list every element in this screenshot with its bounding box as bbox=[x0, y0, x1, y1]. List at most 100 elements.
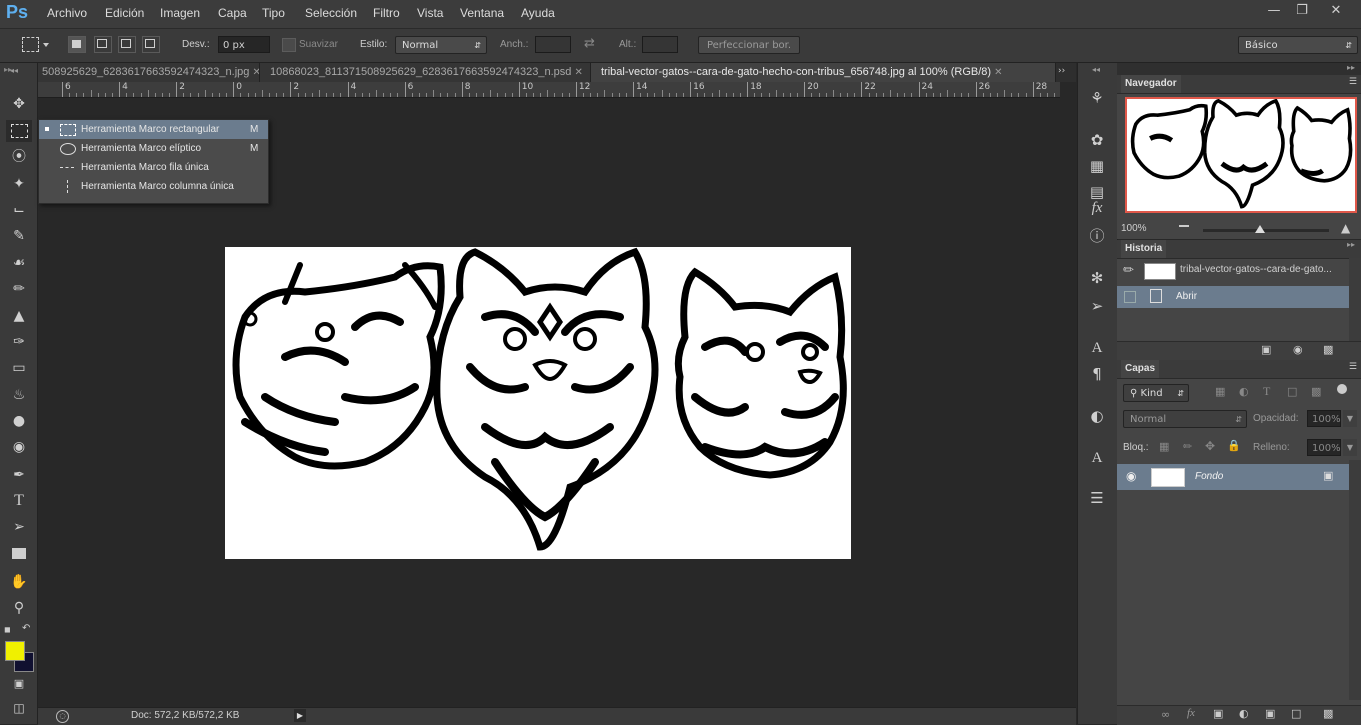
layers-scrollbar[interactable] bbox=[1349, 460, 1361, 700]
styles-fx-icon[interactable]: fx bbox=[1086, 197, 1108, 219]
eyedropper-icon[interactable]: ✎ bbox=[6, 225, 32, 247]
adjustment-layer-icon[interactable]: ◐ bbox=[1239, 707, 1249, 720]
blur-tool-icon[interactable]: ● bbox=[6, 410, 32, 432]
pen-tool-icon[interactable]: ✒ bbox=[6, 464, 32, 486]
navigator-title[interactable]: Navegador bbox=[1121, 75, 1181, 93]
lasso-tool-icon[interactable]: ⦿ bbox=[6, 146, 32, 168]
paths-icon[interactable]: ➢ bbox=[1086, 295, 1108, 317]
dodge-tool-icon[interactable]: ◉ bbox=[6, 436, 32, 458]
tabs-overflow-icon[interactable]: ›› bbox=[1058, 66, 1065, 76]
filter-smart-object-icon[interactable]: ▩ bbox=[1311, 385, 1321, 398]
filter-type-icon[interactable]: T bbox=[1263, 384, 1270, 399]
filter-toggle-icon[interactable] bbox=[1337, 384, 1347, 394]
desv-input[interactable]: 0 px bbox=[218, 36, 270, 53]
opacity-dropdown-icon[interactable]: ▼ bbox=[1343, 410, 1357, 427]
menu-ventana[interactable]: Ventana bbox=[460, 6, 504, 20]
layer-filter-select[interactable]: ⚲ Kind ⇵ bbox=[1123, 384, 1189, 402]
alt-input[interactable] bbox=[642, 36, 678, 53]
status-menu-arrow-icon[interactable]: ▶ bbox=[294, 709, 306, 722]
opacity-input[interactable]: 100% bbox=[1307, 410, 1341, 427]
minimize-icon[interactable]: — bbox=[1262, 3, 1286, 20]
menu-seleccion[interactable]: Selección bbox=[305, 6, 357, 20]
screen-mode-icon[interactable]: ◫ bbox=[6, 697, 32, 719]
chevron-down-icon[interactable] bbox=[43, 43, 49, 47]
close-icon[interactable]: ✕ bbox=[1324, 3, 1348, 20]
move-tool-icon[interactable]: ✥ bbox=[6, 93, 32, 115]
add-selection-icon[interactable] bbox=[94, 36, 112, 53]
history-snapshot[interactable]: ✏ tribal-vector-gatos--cara-de-gato... bbox=[1117, 260, 1349, 284]
rectangle-tool-icon[interactable] bbox=[6, 543, 32, 565]
collapse-icon[interactable]: ▸▸ bbox=[1347, 240, 1355, 249]
close-icon[interactable]: ✕ bbox=[574, 67, 582, 78]
new-document-from-state-icon[interactable]: ▣ bbox=[1261, 343, 1271, 356]
filter-pixel-icon[interactable]: ▦ bbox=[1215, 385, 1225, 398]
path-selection-icon[interactable]: ➢ bbox=[6, 516, 32, 538]
healing-brush-icon[interactable]: ☙ bbox=[6, 252, 32, 274]
swatches-grid-icon[interactable]: ▦ bbox=[1086, 155, 1108, 177]
filter-shape-icon[interactable]: □ bbox=[1287, 385, 1297, 398]
layer-row[interactable]: ◉ Fondo ▣ bbox=[1117, 464, 1349, 490]
panel-menu-icon[interactable]: ☰ bbox=[1349, 77, 1357, 87]
menu-imagen[interactable]: Imagen bbox=[160, 6, 200, 20]
tab-document-2[interactable]: 10868023_811371508925629_628361766359247… bbox=[260, 63, 591, 82]
subtract-selection-icon[interactable] bbox=[118, 36, 136, 53]
collapse-icon[interactable]: ◂◂ bbox=[1092, 65, 1100, 74]
collapse-icon[interactable]: ▸▸ bbox=[1347, 63, 1355, 72]
close-icon[interactable]: ✕ bbox=[994, 67, 1002, 78]
layer-name[interactable]: Fondo bbox=[1195, 471, 1223, 482]
menu-filtro[interactable]: Filtro bbox=[373, 6, 400, 20]
menu-tipo[interactable]: Tipo bbox=[262, 6, 285, 20]
history-brush-icon[interactable]: ✑ bbox=[6, 331, 32, 353]
color-palette-icon[interactable]: ✿ bbox=[1086, 129, 1108, 151]
history-source-checkbox[interactable] bbox=[1124, 291, 1136, 303]
tab-document-3[interactable]: tribal-vector-gatos--cara-de-gato-hecho-… bbox=[591, 63, 1056, 82]
glyphs-icon[interactable]: A bbox=[1086, 447, 1108, 469]
history-title[interactable]: Historia bbox=[1121, 240, 1167, 258]
link-layers-icon[interactable]: ∞ bbox=[1161, 708, 1170, 721]
anch-input[interactable] bbox=[535, 36, 571, 53]
zoom-tool-icon[interactable]: ⚲ bbox=[6, 597, 32, 619]
menu-archivo[interactable]: Archivo bbox=[47, 6, 87, 20]
paragraph-icon[interactable]: ¶ bbox=[1086, 363, 1108, 385]
zoom-out-icon[interactable] bbox=[1179, 225, 1189, 237]
flyout-item-marco-fila[interactable]: Herramienta Marco fila única bbox=[39, 158, 268, 177]
properties-sliders-icon[interactable]: ☰ bbox=[1086, 487, 1108, 509]
trash-icon[interactable]: ▩ bbox=[1323, 707, 1333, 720]
suavizar-checkbox[interactable] bbox=[282, 38, 296, 52]
crop-tool-icon[interactable]: ⌙ bbox=[6, 199, 32, 221]
zoom-slider-thumb[interactable] bbox=[1255, 225, 1265, 233]
eye-visibility-icon[interactable]: ◉ bbox=[1126, 469, 1136, 483]
layers-title[interactable]: Capas bbox=[1121, 360, 1160, 378]
type-tool-icon[interactable]: T bbox=[6, 490, 32, 512]
default-colors-icon[interactable]: ◼ bbox=[4, 625, 11, 634]
info-icon[interactable]: ⓘ bbox=[1086, 225, 1108, 247]
foreground-color-swatch[interactable] bbox=[5, 641, 25, 661]
flyout-item-marco-eliptico[interactable]: Herramienta Marco elíptico M bbox=[39, 139, 268, 158]
new-group-folder-icon[interactable]: ▣ bbox=[1265, 707, 1275, 720]
lock-transparency-icon[interactable]: ▦ bbox=[1159, 440, 1169, 453]
tab-document-1[interactable]: 508925629_6283617663592474323_n.jpg ✕ bbox=[38, 63, 260, 82]
magic-wand-icon[interactable]: ✦ bbox=[6, 173, 32, 195]
workspace-select[interactable]: Básico ⇵ bbox=[1238, 36, 1358, 54]
add-mask-icon[interactable]: ▣ bbox=[1213, 707, 1223, 720]
lock-position-icon[interactable]: ✥ bbox=[1205, 439, 1215, 453]
close-icon[interactable]: ✕ bbox=[252, 67, 259, 78]
eraser-tool-icon[interactable]: ▭ bbox=[6, 357, 32, 379]
blend-mode-select[interactable]: Normal ⇵ bbox=[1123, 410, 1247, 428]
brush-tool-icon[interactable]: ✏ bbox=[6, 278, 32, 300]
swap-colors-icon[interactable]: ↶ bbox=[22, 623, 30, 634]
filter-adjustment-icon[interactable]: ◐ bbox=[1239, 385, 1249, 398]
channels-icon[interactable]: ✻ bbox=[1086, 267, 1108, 289]
restore-icon[interactable]: ❐ bbox=[1290, 3, 1314, 20]
intersect-selection-icon[interactable] bbox=[142, 36, 160, 53]
estilo-select[interactable]: Normal ⇵ bbox=[395, 36, 487, 54]
fill-input[interactable]: 100% bbox=[1307, 439, 1341, 456]
zoom-in-icon[interactable]: ▲ bbox=[1341, 221, 1350, 235]
flyout-item-marco-rectangular[interactable]: Herramienta Marco rectangular M bbox=[39, 120, 268, 139]
camera-icon[interactable]: ◉ bbox=[1293, 343, 1303, 356]
layer-lock-icon[interactable]: ▣ bbox=[1323, 469, 1333, 482]
perfeccionar-button[interactable]: Perfeccionar bor. bbox=[698, 36, 800, 54]
stamp-tool-icon[interactable]: ▲ bbox=[6, 305, 32, 327]
zoom-slider[interactable] bbox=[1203, 229, 1329, 232]
menu-edicion[interactable]: Edición bbox=[105, 6, 144, 20]
